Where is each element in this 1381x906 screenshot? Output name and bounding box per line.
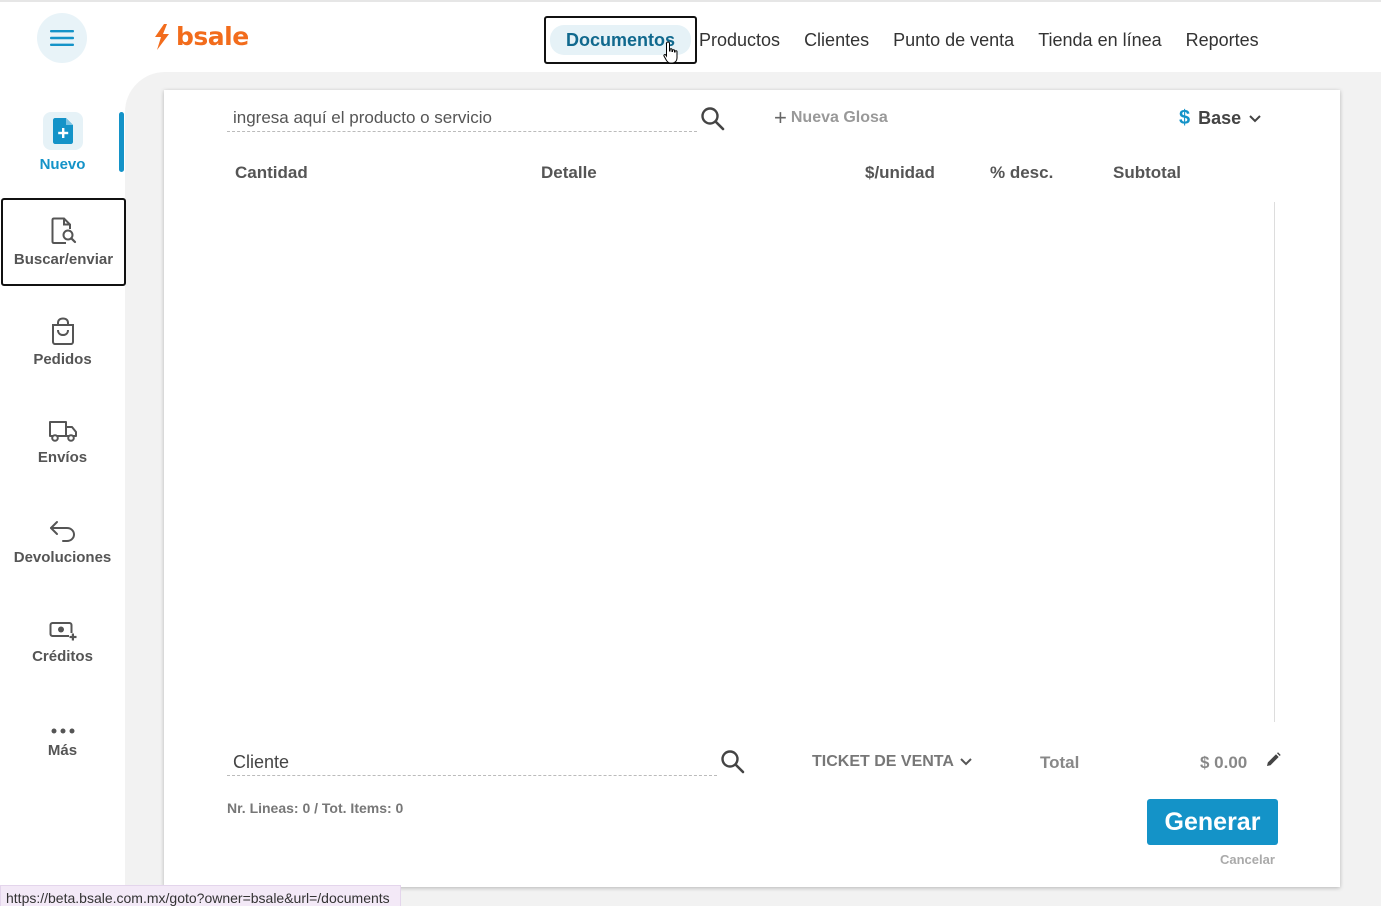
table-scroll-divider — [1274, 202, 1275, 722]
cash-plus-icon — [49, 621, 77, 641]
price-list-select[interactable]: $ Base — [1179, 107, 1261, 130]
price-list-value: Base — [1198, 108, 1242, 128]
hand-cursor-icon — [663, 41, 678, 64]
nav-punto-de-venta[interactable]: Punto de venta — [881, 16, 1026, 64]
dollar-icon: $ — [1179, 107, 1191, 129]
sidebar-item-label: Pedidos — [33, 350, 92, 368]
shopping-bag-icon — [51, 316, 74, 345]
hamburger-menu-button[interactable] — [37, 13, 87, 63]
nav-tienda-en-linea[interactable]: Tienda en línea — [1026, 16, 1173, 64]
sidebar-item-label: Más — [47, 741, 78, 759]
client-search-icon[interactable] — [720, 749, 746, 775]
return-arrow-icon — [49, 520, 75, 542]
column-header-unit-price: $/unidad — [865, 163, 935, 182]
plus-icon: + — [774, 105, 787, 130]
product-search-input[interactable] — [227, 104, 697, 132]
total-value: $ 0.00 — [1200, 753, 1248, 772]
sidebar-item-label: Devoluciones — [13, 548, 112, 566]
top-navigation: Documentos Productos Clientes Punto de v… — [544, 16, 1271, 64]
column-header-discount: % desc. — [990, 163, 1054, 182]
file-plus-icon — [42, 111, 83, 150]
column-header-detalle: Detalle — [541, 163, 597, 182]
status-bar-url: https://beta.bsale.com.mx/goto?owner=bsa… — [0, 885, 401, 906]
document-card: + Nueva Glosa $ Base Cantidad Detalle $/… — [164, 90, 1340, 887]
new-gloss-label: Nueva Glosa — [790, 109, 888, 126]
lines-summary: Nr. Lineas: 0 / Tot. Items: 0 — [227, 800, 404, 816]
sidebar-item-devoluciones[interactable]: Devoluciones — [0, 498, 125, 586]
sidebar-item-label: Nuevo — [39, 155, 86, 173]
nav-reportes[interactable]: Reportes — [1174, 16, 1271, 64]
sidebar-item-pedidos[interactable]: Pedidos — [0, 298, 125, 386]
generate-button[interactable]: Generar — [1147, 799, 1278, 845]
column-header-cantidad: Cantidad — [235, 163, 308, 182]
cancel-link[interactable]: Cancelar — [1220, 852, 1275, 867]
hamburger-icon — [50, 30, 74, 46]
sidebar-item-label: Buscar/enviar — [13, 250, 114, 268]
sidebar-item-creditos[interactable]: Créditos — [0, 598, 125, 686]
bsale-logo[interactable]: bsale — [152, 22, 249, 52]
document-type-value: TICKET DE VENTA — [812, 753, 954, 770]
logo-text: bsale — [176, 22, 249, 51]
sidebar-item-envios[interactable]: Envíos — [0, 398, 125, 486]
truck-icon — [48, 420, 77, 442]
sidebar: Nuevo Buscar/enviar Pedidos Envíos Devol… — [0, 72, 126, 906]
chevron-down-icon — [1249, 114, 1261, 122]
file-search-icon — [51, 217, 76, 244]
chevron-down-icon — [960, 758, 972, 766]
product-search-field — [227, 104, 697, 132]
client-search-field — [227, 748, 717, 776]
new-gloss-button[interactable]: + Nueva Glosa — [774, 105, 888, 130]
top-border — [0, 0, 1381, 2]
total-label: Total — [1040, 753, 1080, 772]
client-input[interactable] — [227, 748, 717, 776]
sidebar-item-buscar-enviar[interactable]: Buscar/enviar — [1, 198, 126, 286]
sidebar-item-nuevo[interactable]: Nuevo — [0, 98, 125, 186]
nav-clientes[interactable]: Clientes — [792, 16, 881, 64]
column-header-subtotal: Subtotal — [1113, 163, 1181, 182]
sidebar-item-label: Créditos — [32, 647, 93, 665]
sidebar-item-mas[interactable]: Más — [0, 698, 125, 786]
search-icon[interactable] — [700, 106, 726, 132]
more-dots-icon — [51, 728, 74, 733]
sidebar-item-label: Envíos — [37, 448, 88, 466]
bolt-logo-icon — [155, 24, 169, 50]
document-type-select[interactable]: TICKET DE VENTA — [812, 753, 972, 771]
nav-productos[interactable]: Productos — [697, 16, 792, 64]
pencil-icon[interactable] — [1265, 752, 1281, 768]
